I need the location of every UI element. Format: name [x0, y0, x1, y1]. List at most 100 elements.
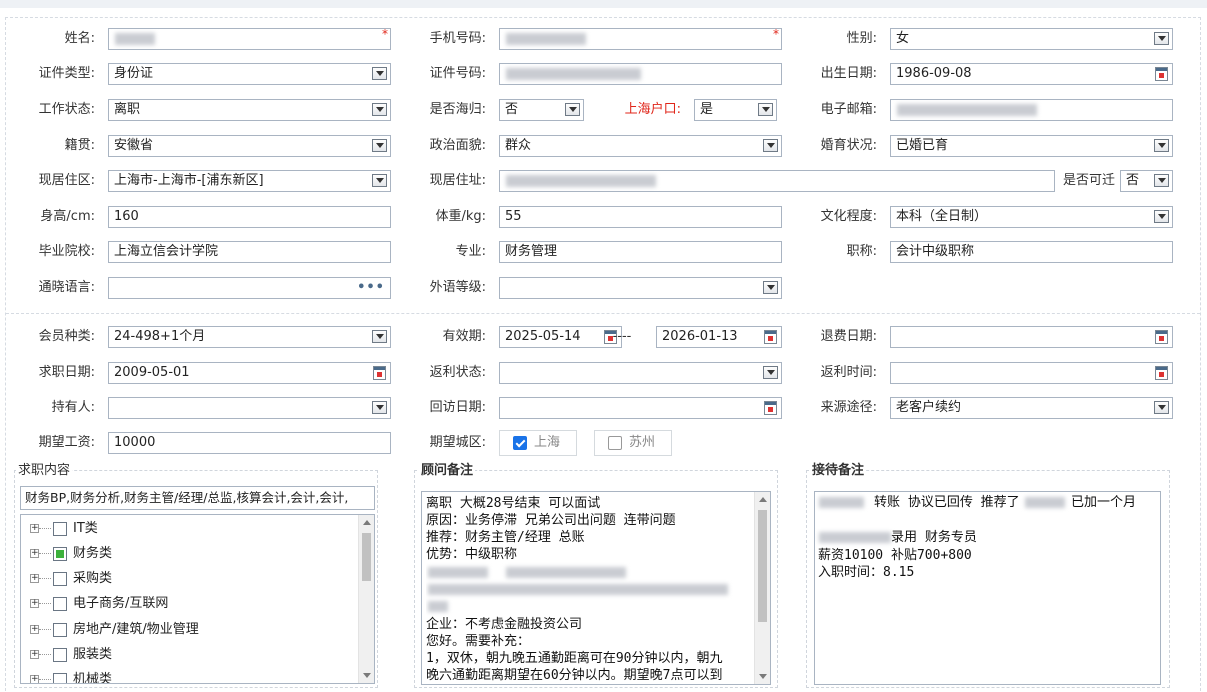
dropdown-arrow-icon[interactable]	[1154, 401, 1169, 414]
dropdown-arrow-icon[interactable]	[763, 139, 778, 152]
hukou-select[interactable]: 是	[694, 99, 777, 121]
native-select[interactable]: 安徽省	[108, 135, 391, 157]
calendar-icon[interactable]	[1155, 330, 1168, 344]
job-category-tree[interactable]: + IT类 + 财务类 + 采购类 + 电子商务/互联网 + 房地产/建筑/物业…	[20, 514, 375, 684]
overseas-select[interactable]: 否	[499, 99, 584, 121]
required-mark: *	[382, 28, 388, 41]
visit-date-label: 回访日期:	[429, 400, 486, 415]
address-input[interactable]	[499, 170, 1055, 192]
birth-date-input[interactable]: 1986-09-08	[890, 63, 1173, 85]
scroll-down-icon[interactable]	[363, 673, 371, 678]
education-select[interactable]: 本科（全日制）	[890, 206, 1173, 228]
political-select[interactable]: 群众	[499, 135, 782, 157]
rebate-status-select[interactable]	[499, 362, 782, 384]
dropdown-arrow-icon[interactable]	[1154, 32, 1169, 45]
tree-scrollbar[interactable]	[358, 515, 374, 683]
foreign-level-label: 外语等级:	[429, 280, 486, 295]
refund-date-input[interactable]	[890, 326, 1173, 348]
ellipsis-icon[interactable]: •••	[357, 278, 385, 298]
dropdown-arrow-icon[interactable]	[1154, 210, 1169, 223]
expand-icon[interactable]: +	[30, 574, 39, 583]
work-status-select[interactable]: 离职	[108, 99, 391, 121]
calendar-icon[interactable]	[764, 401, 777, 415]
title-input[interactable]: 会计中级职称	[890, 241, 1173, 263]
tree-checkbox[interactable]	[53, 648, 67, 662]
member-type-select[interactable]: 24-498+1个月	[108, 326, 391, 348]
scroll-thumb[interactable]	[362, 533, 371, 581]
expand-icon[interactable]: +	[30, 650, 39, 659]
language-input[interactable]: •••	[108, 277, 391, 299]
weight-input[interactable]: 55	[499, 206, 782, 228]
dropdown-arrow-icon[interactable]	[372, 330, 387, 343]
phone-input[interactable]: *	[499, 28, 782, 50]
dropdown-arrow-icon[interactable]	[763, 366, 778, 379]
height-input[interactable]: 160	[108, 206, 391, 228]
id-no-input[interactable]	[499, 63, 782, 85]
dropdown-arrow-icon[interactable]	[758, 103, 773, 116]
tree-checkbox-partial[interactable]	[53, 547, 67, 561]
note-line: 优势：中级职称	[426, 547, 518, 562]
email-input[interactable]	[890, 99, 1173, 121]
job-content-summary[interactable]: 财务BP,财务分析,财务主管/经理/总监,核算会计,会计,会计,	[20, 486, 375, 510]
job-date-input[interactable]: 2009-05-01	[108, 362, 391, 384]
work-status-label: 工作状态:	[38, 102, 95, 117]
holder-select[interactable]	[108, 397, 391, 419]
scroll-down-icon[interactable]	[759, 674, 767, 679]
tree-item-label: 服装类	[73, 647, 113, 662]
major-input[interactable]: 财务管理	[499, 241, 782, 263]
calendar-icon[interactable]	[373, 366, 386, 380]
valid-to-input[interactable]: 2026-01-13	[656, 326, 782, 348]
visit-date-input[interactable]	[499, 397, 782, 419]
calendar-icon[interactable]	[1155, 67, 1168, 81]
marital-select[interactable]: 已婚已育	[890, 135, 1173, 157]
expand-icon[interactable]: +	[30, 599, 39, 608]
rebate-time-input[interactable]	[890, 362, 1173, 384]
dropdown-arrow-icon[interactable]	[372, 103, 387, 116]
scroll-thumb[interactable]	[758, 510, 767, 622]
school-input[interactable]: 上海立信会计学院	[108, 241, 391, 263]
calendar-icon[interactable]	[1155, 366, 1168, 380]
scroll-up-icon[interactable]	[363, 520, 371, 525]
marital-label: 婚育状况:	[820, 138, 877, 153]
id-type-select[interactable]: 身份证	[108, 63, 391, 85]
note-line: 1，双休，朝九晚五通勤距离可在90分钟以内，朝九	[426, 651, 723, 666]
consultant-note-textarea[interactable]: 离职 大概28号结束 可以面试 原因：业务停滞 兄弟公司出问题 连带问题 推荐：…	[421, 491, 771, 685]
expand-icon[interactable]: +	[30, 675, 39, 683]
salary-input[interactable]: 10000	[108, 432, 391, 454]
dropdown-arrow-icon[interactable]	[372, 401, 387, 414]
expand-icon[interactable]: +	[30, 549, 39, 558]
tree-checkbox[interactable]	[53, 673, 67, 683]
expand-icon[interactable]: +	[30, 625, 39, 634]
checkbox-unchecked-icon[interactable]	[608, 436, 622, 450]
expand-icon[interactable]: +	[30, 524, 39, 533]
job-date-value: 2009-05-01	[114, 365, 190, 380]
valid-label: 有效期:	[442, 329, 486, 344]
calendar-icon[interactable]	[764, 330, 777, 344]
foreign-level-select[interactable]	[499, 277, 782, 299]
blurred-email	[897, 104, 1037, 116]
dropdown-arrow-icon[interactable]	[565, 103, 580, 116]
city-checkbox-shanghai[interactable]: 上海	[499, 430, 577, 456]
tree-checkbox[interactable]	[53, 522, 67, 536]
dropdown-arrow-icon[interactable]	[372, 139, 387, 152]
checkbox-checked-icon[interactable]	[513, 436, 527, 450]
relocate-select[interactable]: 否	[1120, 170, 1173, 192]
dropdown-arrow-icon[interactable]	[1154, 139, 1169, 152]
tree-checkbox[interactable]	[53, 572, 67, 586]
residence-select[interactable]: 上海市-上海市-[浦东新区]	[108, 170, 391, 192]
source-select[interactable]: 老客户续约	[890, 397, 1173, 419]
dropdown-arrow-icon[interactable]	[1154, 174, 1169, 187]
scroll-up-icon[interactable]	[759, 497, 767, 502]
reception-note-textarea[interactable]: 转账 协议已回传 推荐了 已加一个月 录用 财务专员 薪资10100 补贴700…	[814, 491, 1161, 685]
city-checkbox-suzhou[interactable]: 苏州	[594, 430, 672, 456]
tree-checkbox[interactable]	[53, 623, 67, 637]
dropdown-arrow-icon[interactable]	[372, 67, 387, 80]
dropdown-arrow-icon[interactable]	[763, 281, 778, 294]
name-input[interactable]: *	[108, 28, 391, 50]
tree-checkbox[interactable]	[53, 597, 67, 611]
note-scrollbar[interactable]	[754, 492, 770, 684]
email-label: 电子邮箱:	[820, 102, 877, 117]
dropdown-arrow-icon[interactable]	[372, 174, 387, 187]
gender-select[interactable]: 女	[890, 28, 1173, 50]
reception-line: 转账 协议已回传 推荐了	[874, 495, 1020, 510]
